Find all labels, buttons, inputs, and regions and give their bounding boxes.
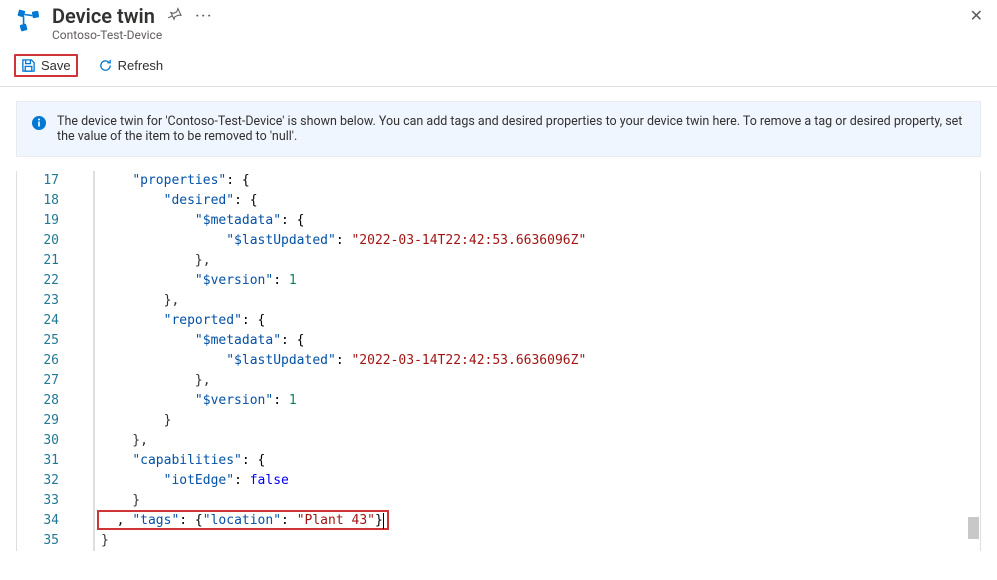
editor-scrollbar[interactable]: [967, 171, 979, 551]
pin-icon[interactable]: [168, 7, 182, 25]
code-line[interactable]: "properties": {: [101, 171, 980, 191]
panel-header: Device twin ··· Contoso-Test-Device ✕: [0, 0, 997, 48]
code-line[interactable]: "capabilities": {: [101, 451, 980, 471]
line-number: 34: [17, 511, 59, 531]
breadcrumb-subtitle: Contoso-Test-Device: [52, 28, 981, 42]
code-line[interactable]: "iotEdge": false: [101, 471, 980, 491]
line-number: 26: [17, 351, 59, 371]
line-number: 31: [17, 451, 59, 471]
line-number: 25: [17, 331, 59, 351]
code-line[interactable]: "$lastUpdated": "2022-03-14T22:42:53.663…: [101, 231, 980, 251]
refresh-icon: [98, 58, 113, 73]
save-button-label: Save: [41, 58, 71, 73]
line-number: 28: [17, 391, 59, 411]
line-number: 30: [17, 431, 59, 451]
code-line[interactable]: "desired": {: [101, 191, 980, 211]
code-line[interactable]: },: [101, 251, 980, 271]
line-number: 24: [17, 311, 59, 331]
editor-gutter: 17181920212223242526272829303132333435: [17, 171, 77, 551]
refresh-button[interactable]: Refresh: [92, 55, 170, 76]
info-banner: The device twin for 'Contoso-Test-Device…: [16, 101, 981, 157]
editor-scrollbar-thumb[interactable]: [968, 517, 979, 539]
line-number: 19: [17, 211, 59, 231]
code-line[interactable]: },: [101, 371, 980, 391]
line-number: 35: [17, 531, 59, 551]
editor-code-area[interactable]: "properties": { "desired": { "$metadata"…: [97, 171, 980, 551]
line-number: 22: [17, 271, 59, 291]
line-number: 18: [17, 191, 59, 211]
code-line[interactable]: }: [101, 491, 980, 511]
info-banner-text: The device twin for 'Contoso-Test-Device…: [57, 114, 966, 144]
device-twin-icon: [16, 8, 42, 34]
code-line[interactable]: "$metadata": {: [101, 331, 980, 351]
code-line[interactable]: },: [101, 431, 980, 451]
line-number: 29: [17, 411, 59, 431]
line-number: 17: [17, 171, 59, 191]
line-number: 33: [17, 491, 59, 511]
more-icon[interactable]: ···: [195, 9, 213, 24]
code-line[interactable]: "reported": {: [101, 311, 980, 331]
close-icon[interactable]: ✕: [970, 8, 983, 24]
save-button[interactable]: Save: [14, 54, 78, 77]
code-line[interactable]: , "tags": {"location": "Plant 43"}: [101, 511, 980, 531]
line-number: 27: [17, 371, 59, 391]
toolbar: Save Refresh: [0, 48, 997, 87]
page-title: Device twin: [52, 4, 155, 28]
info-icon: [31, 115, 47, 131]
code-line[interactable]: "$lastUpdated": "2022-03-14T22:42:53.663…: [101, 351, 980, 371]
text-caret: [383, 513, 384, 529]
code-line[interactable]: },: [101, 291, 980, 311]
line-number: 32: [17, 471, 59, 491]
code-line[interactable]: }: [101, 531, 980, 551]
code-line[interactable]: "$version": 1: [101, 271, 980, 291]
code-line[interactable]: "$version": 1: [101, 391, 980, 411]
json-editor[interactable]: 17181920212223242526272829303132333435 "…: [16, 171, 981, 551]
code-line[interactable]: "$metadata": {: [101, 211, 980, 231]
line-number: 21: [17, 251, 59, 271]
code-line[interactable]: }: [101, 411, 980, 431]
editor-fold-bar: [77, 171, 95, 551]
line-number: 20: [17, 231, 59, 251]
refresh-button-label: Refresh: [118, 58, 164, 73]
save-icon: [21, 58, 36, 73]
line-number: 23: [17, 291, 59, 311]
